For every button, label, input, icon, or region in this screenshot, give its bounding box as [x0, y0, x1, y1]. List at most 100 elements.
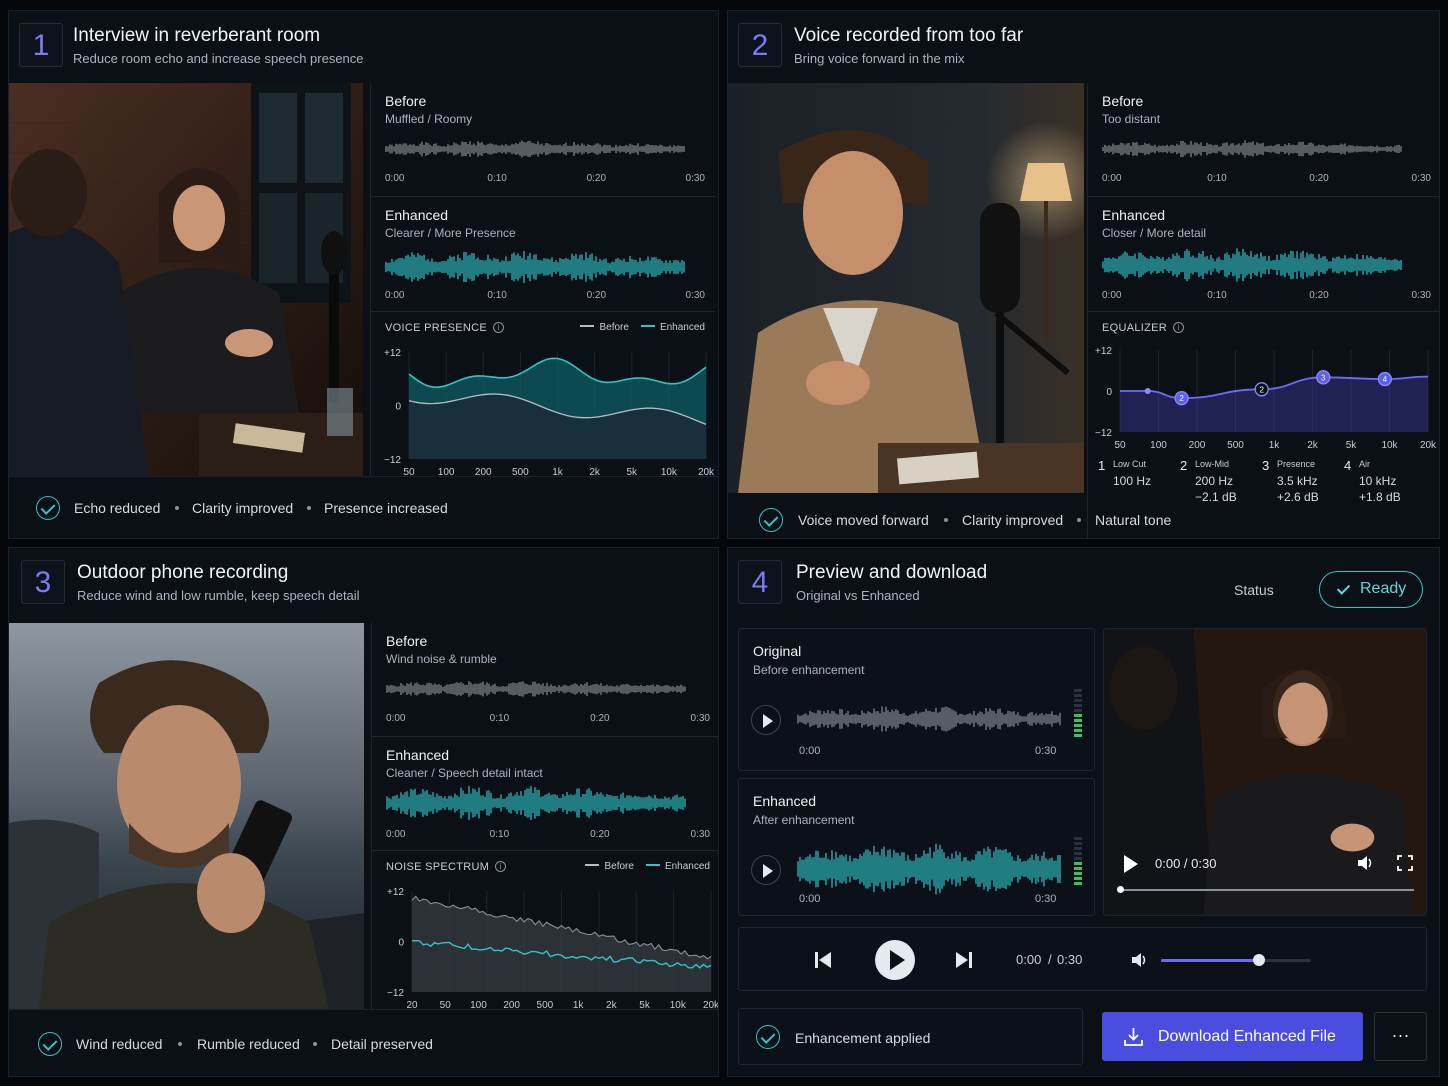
- separator-dot: [944, 518, 948, 522]
- enhanced-waveform: [386, 785, 686, 821]
- status-ready-badge: Ready: [1319, 571, 1423, 608]
- section-title: Before: [385, 93, 427, 109]
- info-icon[interactable]: i: [1173, 322, 1185, 333]
- check-icon: [38, 1032, 62, 1056]
- separator-dot: [1077, 518, 1081, 522]
- before-waveform-section: Before Too distant 0:00 0:10 0:20 0:30: [1087, 83, 1439, 196]
- track-end-time: 0:30: [1035, 893, 1057, 905]
- check-icon: [759, 508, 783, 532]
- panel-3-footer: Wind reduced Rumble reduced Detail prese…: [9, 1009, 718, 1076]
- eq-node-label: 2: [1259, 385, 1264, 394]
- footer-item: Detail preserved: [331, 1036, 433, 1052]
- time-tick: 0:00: [1102, 173, 1122, 184]
- section-title: Before: [386, 633, 428, 649]
- before-waveform-section: Before Wind noise & rumble 0:00 0:10 0:2…: [371, 623, 718, 736]
- band-frequency: 3.5 kHz: [1277, 474, 1318, 488]
- panel-3: 3 Outdoor phone recording Reduce wind an…: [8, 547, 719, 1077]
- band-name: Low Cut: [1113, 459, 1147, 469]
- separator-dot: [307, 506, 311, 510]
- video-play-icon[interactable]: [1124, 855, 1138, 873]
- footer-item: Presence increased: [324, 500, 448, 516]
- current-time: 0:00: [1016, 952, 1042, 967]
- section-title: Before: [1102, 93, 1144, 109]
- band-gain: −2.1 dB: [1195, 490, 1237, 504]
- time-tick: 0:30: [685, 290, 705, 301]
- time-tick: 0:30: [1411, 290, 1431, 301]
- step-number: 1: [19, 23, 63, 67]
- track-end-time: 0:30: [1035, 745, 1057, 757]
- track-start-time: 0:00: [799, 745, 821, 757]
- panel-4: 4 Preview and download Original vs Enhan…: [727, 547, 1440, 1077]
- main-play-button[interactable]: [875, 940, 915, 980]
- before-waveform: [386, 681, 686, 697]
- skip-previous-icon[interactable]: [814, 951, 832, 969]
- equalizer-chart[interactable]: +12 0 −1250 100 200 500 1k 2k 5k 10k 20k 2 2 3 4: [1088, 340, 1440, 450]
- level-meter-icon: [1074, 837, 1082, 885]
- time-tick: 0:00: [385, 290, 405, 301]
- volume-icon[interactable]: [1355, 853, 1375, 873]
- video-preview[interactable]: 0:00 / 0:30: [1103, 628, 1427, 916]
- volume-icon[interactable]: [1129, 950, 1149, 970]
- band-name: Low-Mid: [1195, 459, 1230, 469]
- play-enhanced-button[interactable]: [751, 855, 781, 885]
- skip-next-icon[interactable]: [955, 951, 973, 969]
- time-tick: 0:20: [586, 290, 607, 301]
- time-separator: /: [1048, 952, 1052, 967]
- noise-spectrum-chart: +120−1220 50 100 200 500 1k 2k 5k 10k 20k: [387, 887, 718, 1010]
- section-title: Enhanced: [1102, 207, 1166, 223]
- y-tick-label: +12: [387, 887, 404, 898]
- section-subtitle: Cleaner / Speech detail intact: [386, 766, 543, 780]
- download-icon: [1124, 1028, 1143, 1046]
- time-tick: 0:30: [685, 173, 705, 184]
- download-button[interactable]: Download Enhanced File: [1102, 1012, 1363, 1061]
- panel-2: 2 Voice recorded from too far Bring voic…: [727, 10, 1440, 539]
- time-tick: 0:20: [1309, 290, 1329, 301]
- play-original-button[interactable]: [751, 705, 781, 735]
- voice-presence-section: VOICE PRESENCE i Before Enhanced +12 0 −12 50…: [370, 311, 715, 477]
- panel-subtitle: Reduce room echo and increase speech pre…: [73, 51, 364, 66]
- time-tick: 0:30: [690, 829, 710, 840]
- panel-title: Preview and download: [796, 562, 988, 583]
- panel-3-header: 3 Outdoor phone recording Reduce wind an…: [21, 558, 708, 622]
- outdoor-phone-photo: [9, 623, 364, 1009]
- video-seek-handle[interactable]: [1117, 886, 1124, 893]
- x-tick-label: 100: [1150, 440, 1167, 450]
- volume-handle[interactable]: [1252, 954, 1265, 966]
- enhancement-applied-text: Enhancement applied: [795, 1030, 931, 1046]
- enhanced-waveform: [1102, 248, 1402, 282]
- info-icon[interactable]: i: [495, 861, 507, 872]
- panel-2-footer: Voice moved forward Clarity improved Nat…: [728, 489, 1171, 538]
- eq-band[interactable]: 3 Presence 3.5 kHz +2.6 dB: [1262, 458, 1344, 508]
- footer-item: Clarity improved: [962, 512, 1064, 528]
- time-tick: 0:10: [1207, 290, 1227, 301]
- x-tick-label: 20k: [1420, 440, 1437, 450]
- before-waveform: [1102, 140, 1402, 158]
- fullscreen-icon[interactable]: [1397, 855, 1413, 871]
- info-icon[interactable]: i: [493, 322, 505, 333]
- band-name: Presence: [1277, 459, 1316, 469]
- total-time: 0:30: [1057, 952, 1083, 967]
- video-seek-bar[interactable]: [1120, 889, 1414, 891]
- transport-bar: 0:00 / 0:30: [738, 927, 1427, 991]
- band-number: 2: [1180, 458, 1188, 473]
- footer-item: Wind reduced: [76, 1036, 163, 1052]
- volume-slider[interactable]: [1161, 954, 1311, 966]
- time-tick: 0:20: [586, 173, 607, 184]
- footer-item: Natural tone: [1095, 512, 1172, 528]
- panel-title: Interview in reverberant room: [73, 25, 321, 46]
- more-options-button[interactable]: ···: [1374, 1012, 1427, 1061]
- y-tick-label: +12: [1095, 346, 1112, 357]
- eq-band[interactable]: 4 Air 10 kHz +1.8 dB: [1344, 458, 1426, 508]
- time-tick: 0:00: [386, 713, 406, 724]
- panel-title: Voice recorded from too far: [794, 25, 1024, 46]
- section-subtitle: Clearer / More Presence: [385, 226, 516, 240]
- status-label: Status: [1234, 582, 1274, 598]
- footer-item: Echo reduced: [74, 500, 161, 516]
- separator-dot: [313, 1042, 317, 1046]
- eq-band[interactable]: 2 Low-Mid 200 Hz −2.1 dB: [1180, 458, 1262, 508]
- section-subtitle: Closer / More detail: [1102, 226, 1207, 240]
- chart-label: VOICE PRESENCE i: [385, 322, 505, 334]
- band-number: 1: [1098, 458, 1106, 473]
- eq-node-label: 3: [1321, 373, 1326, 382]
- track-title: Enhanced: [753, 793, 817, 809]
